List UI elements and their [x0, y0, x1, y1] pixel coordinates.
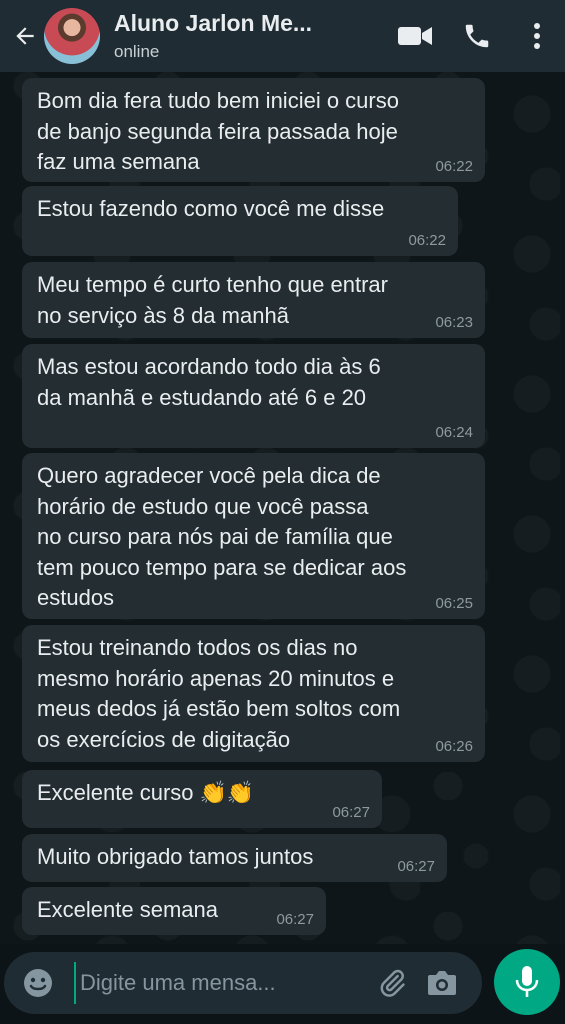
- message-time: 06:25: [435, 595, 473, 612]
- message-bubble[interactable]: Quero agradecer você pela dica de horári…: [22, 453, 485, 619]
- message-bubble[interactable]: Bom dia fera tudo bem iniciei o curso de…: [22, 78, 485, 182]
- message-bubble[interactable]: Estou treinando todos os dias no mesmo h…: [22, 625, 485, 762]
- message-bubble[interactable]: Excelente semana 06:27: [22, 887, 326, 935]
- message-time: 06:23: [435, 314, 473, 331]
- contact-name: Aluno Jarlon Me...: [114, 10, 313, 36]
- message-bubble[interactable]: Meu tempo é curto tenho que entrar no se…: [22, 262, 485, 338]
- message-text: Bom dia fera tudo bem iniciei o curso de…: [37, 88, 399, 174]
- emoji-icon[interactable]: [18, 963, 58, 1003]
- attach-icon[interactable]: [372, 963, 412, 1003]
- chat-area[interactable]: Bom dia fera tudo bem iniciei o curso de…: [0, 72, 565, 944]
- message-time: 06:27: [276, 911, 314, 928]
- message-text: Excelente semana: [37, 897, 218, 922]
- message-text: Estou treinando todos os dias no mesmo h…: [37, 635, 401, 752]
- back-arrow-icon[interactable]: [6, 16, 44, 56]
- video-call-icon[interactable]: [393, 14, 437, 58]
- avatar[interactable]: [44, 8, 100, 64]
- message-time: 06:22: [435, 158, 473, 175]
- more-vertical-icon[interactable]: [515, 14, 559, 58]
- message-time: 06:27: [332, 804, 370, 821]
- message-bubble[interactable]: Muito obrigado tamos juntos 06:27: [22, 834, 447, 882]
- message-bubble[interactable]: Estou fazendo como você me disse 06:22: [22, 186, 458, 256]
- message-text: Mas estou acordando todo dia às 6 da man…: [37, 354, 381, 410]
- message-time: 06:26: [435, 738, 473, 755]
- message-time: 06:22: [408, 232, 446, 249]
- message-input[interactable]: [74, 962, 372, 1004]
- mic-icon: [515, 966, 539, 997]
- contact-info[interactable]: Aluno Jarlon Me... online: [114, 9, 393, 63]
- message-text: Meu tempo é curto tenho que entrar no se…: [37, 272, 388, 328]
- message-text: Excelente curso: [37, 780, 194, 805]
- message-composer: [4, 952, 482, 1014]
- chat-header: Aluno Jarlon Me... online: [0, 0, 565, 72]
- message-text: Muito obrigado tamos juntos: [37, 844, 314, 869]
- clapping-hands-emoji: 👏👏: [199, 780, 255, 805]
- phone-icon[interactable]: [455, 14, 499, 58]
- message-time: 06:27: [397, 858, 435, 875]
- contact-status: online: [114, 42, 160, 61]
- message-text: Estou fazendo como você me disse: [37, 196, 385, 221]
- message-text: Quero agradecer você pela dica de horári…: [37, 463, 407, 610]
- message-bubble[interactable]: Excelente curso 👏👏 06:27: [22, 770, 382, 828]
- message-time: 06:24: [435, 424, 473, 441]
- camera-icon[interactable]: [422, 963, 462, 1003]
- mic-button[interactable]: [494, 949, 560, 1015]
- message-bubble[interactable]: Mas estou acordando todo dia às 6 da man…: [22, 344, 485, 448]
